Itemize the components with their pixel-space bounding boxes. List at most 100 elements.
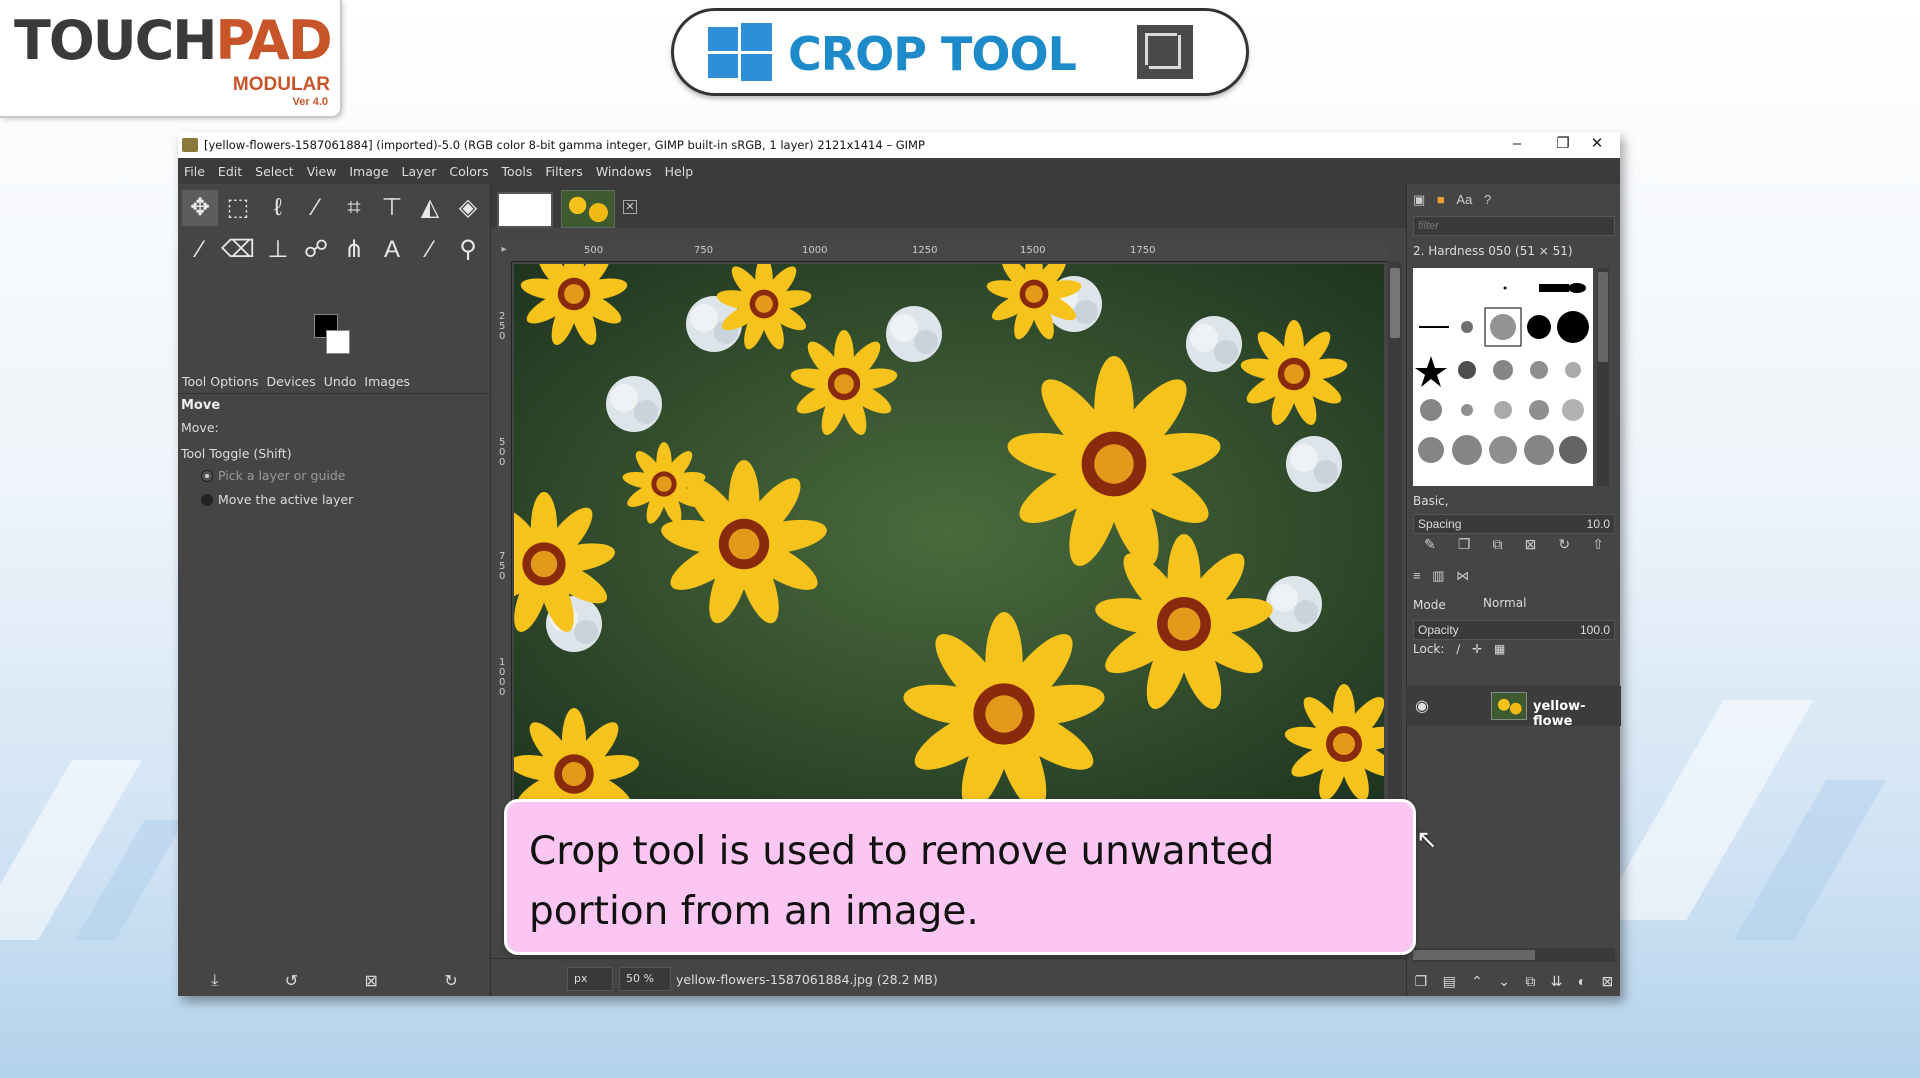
fuzzy-select-icon[interactable]: ⁄ [298, 190, 334, 226]
minimize-button[interactable]: – [1494, 132, 1540, 158]
menu-layer[interactable]: Layer [402, 164, 437, 179]
lock-position-icon[interactable]: ✛ [1472, 642, 1482, 656]
tab-tool-options[interactable]: Tool Options [178, 374, 262, 389]
lasso-icon[interactable]: ℓ [260, 190, 296, 226]
image-tab-flowers[interactable] [561, 190, 615, 228]
unit-select[interactable]: px [567, 967, 613, 991]
spacing-field[interactable]: Spacing 10.0 [1413, 514, 1615, 534]
new-brush-icon[interactable]: ❐ [1458, 536, 1471, 556]
radio-move-active[interactable] [201, 494, 213, 506]
menu-file[interactable]: File [184, 164, 205, 179]
paths-icon[interactable]: ⋔ [336, 232, 372, 268]
layers-tab-icons: ≡ ▥ ⋈ [1413, 568, 1615, 588]
menu-windows[interactable]: Windows [596, 164, 652, 179]
opacity-label: Opacity [1418, 623, 1459, 637]
rect-select-icon[interactable]: ⬚ [220, 190, 256, 226]
close-tab-icon[interactable]: ✕ [623, 200, 637, 214]
move-tool-icon[interactable]: ✥ [182, 190, 218, 226]
brush-actions: ✎ ❐ ⧉ ⊠ ↻ ⇧ [1413, 536, 1615, 556]
channels-tab-icon[interactable]: ▥ [1432, 568, 1444, 583]
ruler-label: 750 [499, 551, 506, 582]
menu-image[interactable]: Image [349, 164, 388, 179]
brush-name-label: 2. Hardness 050 (51 × 51) [1413, 244, 1573, 258]
ruler-label: 500 [584, 245, 604, 256]
reset-options-icon[interactable]: ↻ [444, 971, 457, 991]
pattern-tab-icon[interactable]: ■ [1437, 192, 1445, 207]
close-button[interactable]: ✕ [1574, 132, 1620, 158]
brush-tab-icon[interactable]: ▣ [1413, 192, 1425, 207]
menu-view[interactable]: View [307, 164, 337, 179]
edit-brush-icon[interactable]: ✎ [1424, 536, 1436, 556]
mode-select[interactable]: Normal [1483, 596, 1526, 610]
logo-wordmark: TOUCHPAD [14, 9, 333, 72]
layer-item[interactable]: ◉ yellow-flowe [1407, 686, 1621, 729]
new-layer-group-icon[interactable]: ▤ [1443, 973, 1456, 990]
ruler-corner[interactable]: ▸ [496, 244, 512, 262]
lock-label: Lock: [1413, 642, 1445, 656]
brush-grid[interactable] [1413, 268, 1593, 486]
lock-pixels-icon[interactable]: ∕ [1456, 642, 1460, 656]
brush-filter-input[interactable]: filter [1413, 216, 1615, 236]
brush-scrollbar[interactable] [1597, 268, 1609, 486]
warp-icon[interactable]: ◭ [412, 190, 448, 226]
dock-tabs: Tool Options Devices Undo Images [178, 370, 491, 394]
raise-layer-icon[interactable]: ⌃ [1471, 973, 1483, 990]
delete-layer-icon[interactable]: ⊠ [1602, 973, 1614, 990]
menu-tools[interactable]: Tools [502, 164, 533, 179]
zoom-icon[interactable]: ⚲ [450, 232, 486, 268]
menu-edit[interactable]: Edit [218, 164, 242, 179]
eraser-icon[interactable]: ⌫ [220, 232, 256, 268]
merge-layer-icon[interactable]: ⇊ [1551, 973, 1563, 990]
crop-tool-icon[interactable]: ⌗ [336, 190, 372, 226]
smudge-icon[interactable]: ☍ [298, 232, 334, 268]
transform-icon[interactable]: ⊤ [374, 190, 410, 226]
bucket-fill-icon[interactable]: ◈ [450, 190, 486, 226]
radio-pick-layer[interactable] [201, 470, 213, 482]
paintbrush-icon[interactable]: ∕ [182, 232, 218, 268]
tab-undo[interactable]: Undo [320, 374, 361, 389]
layers-footer: ❐ ▤ ⌃ ⌄ ⧉ ⇊ ◐ ⊠ [1407, 966, 1621, 996]
help-tab-icon[interactable]: ? [1484, 192, 1491, 207]
layer-name: yellow-flowe [1533, 699, 1586, 729]
menu-filters[interactable]: Filters [545, 164, 582, 179]
layers-horizontal-scrollbar[interactable] [1413, 948, 1615, 962]
restore-options-icon[interactable]: ↺ [285, 971, 298, 991]
layers-tab-icon[interactable]: ≡ [1413, 568, 1421, 583]
color-picker-icon[interactable]: ⁄ [412, 232, 448, 268]
layer-visibility-eye-icon[interactable]: ◉ [1415, 696, 1429, 716]
spacing-label: Spacing [1418, 517, 1462, 531]
duplicate-brush-icon[interactable]: ⧉ [1492, 536, 1502, 556]
save-options-icon[interactable]: ⤓ [211, 972, 218, 990]
touchpad-logo: TOUCHPAD MODULAR Ver 4.0 [0, 0, 342, 118]
new-layer-icon[interactable]: ❐ [1415, 973, 1428, 990]
menu-colors[interactable]: Colors [449, 164, 488, 179]
image-canvas[interactable] [514, 264, 1384, 800]
menu-select[interactable]: Select [255, 164, 294, 179]
menu-help[interactable]: Help [665, 164, 694, 179]
opacity-value: 100.0 [1579, 623, 1610, 637]
tool-toggle-label: Tool Toggle (Shift) [181, 446, 292, 461]
opacity-field[interactable]: Opacity 100.0 [1413, 620, 1615, 640]
paths-tab-icon[interactable]: ⋈ [1456, 568, 1469, 583]
delete-options-icon[interactable]: ⊠ [365, 971, 378, 991]
tab-devices[interactable]: Devices [262, 374, 319, 389]
ruler-label: 500 [499, 437, 506, 468]
spacing-value: 10.0 [1586, 517, 1610, 531]
delete-brush-icon[interactable]: ⊠ [1525, 536, 1537, 556]
mask-layer-icon[interactable]: ◐ [1578, 973, 1586, 989]
lock-alpha-icon[interactable]: ▦ [1494, 642, 1505, 656]
font-tab-icon[interactable]: Aa [1456, 192, 1472, 207]
text-tool-icon[interactable]: A [374, 232, 410, 268]
image-tab-blank[interactable] [497, 192, 553, 228]
refresh-brush-icon[interactable]: ↻ [1558, 536, 1570, 556]
background-color-swatch[interactable] [326, 330, 350, 354]
clone-icon[interactable]: ⊥ [260, 232, 296, 268]
open-brush-icon[interactable]: ⇧ [1592, 536, 1604, 556]
zoom-select[interactable]: 50 % [619, 967, 671, 991]
status-file-info: yellow-flowers-1587061884.jpg (28.2 MB) [676, 972, 938, 987]
logo-subtitle: MODULAR [232, 74, 330, 95]
tab-images[interactable]: Images [360, 374, 414, 389]
duplicate-layer-icon[interactable]: ⧉ [1525, 973, 1535, 990]
brush-set-select[interactable]: Basic, [1413, 494, 1615, 514]
lower-layer-icon[interactable]: ⌄ [1498, 973, 1510, 990]
